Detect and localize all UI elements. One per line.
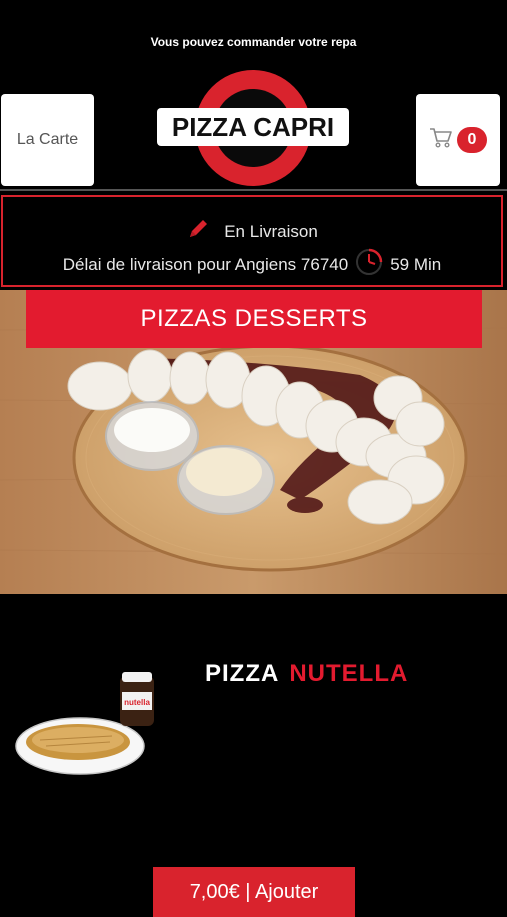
logo: PIZZA CAPRI [150, 68, 356, 188]
delivery-mode-row: En Livraison [3, 217, 501, 246]
cart-button[interactable]: 0 [416, 94, 500, 186]
menu-button[interactable]: La Carte [1, 94, 94, 186]
delivery-mode-label: En Livraison [224, 221, 318, 241]
product-title-word1: PIZZA [205, 660, 280, 687]
add-to-cart-button[interactable]: 7,00€ | Ajouter [153, 867, 355, 917]
header: La Carte PIZZA CAPRI 0 [0, 0, 507, 190]
delivery-info-row: Délai de livraison pour Angiens 76740 59… [3, 247, 501, 282]
add-to-cart-label: 7,00€ | Ajouter [189, 881, 319, 903]
clock-icon [354, 247, 384, 282]
category-title-banner: PIZZAS DESSERTS [26, 290, 482, 348]
cart-count-badge: 0 [457, 127, 487, 153]
jar-label: nutella [124, 698, 150, 707]
cart-icon [429, 127, 453, 154]
pencil-icon[interactable] [186, 217, 210, 246]
delivery-info-text: Délai de livraison pour Angiens 76740 [62, 254, 349, 274]
product-image[interactable]: nutella [12, 670, 162, 780]
delivery-time: 59 Min [390, 254, 442, 274]
header-divider [0, 189, 507, 191]
delivery-panel[interactable]: En Livraison Délai de livraison pour Ang… [1, 195, 503, 287]
logo-text: PIZZA CAPRI [157, 108, 349, 146]
product-title: PIZZA NUTELLA [205, 660, 408, 688]
menu-button-label: La Carte [16, 131, 79, 148]
product-title-word2: NUTELLA [289, 660, 409, 687]
